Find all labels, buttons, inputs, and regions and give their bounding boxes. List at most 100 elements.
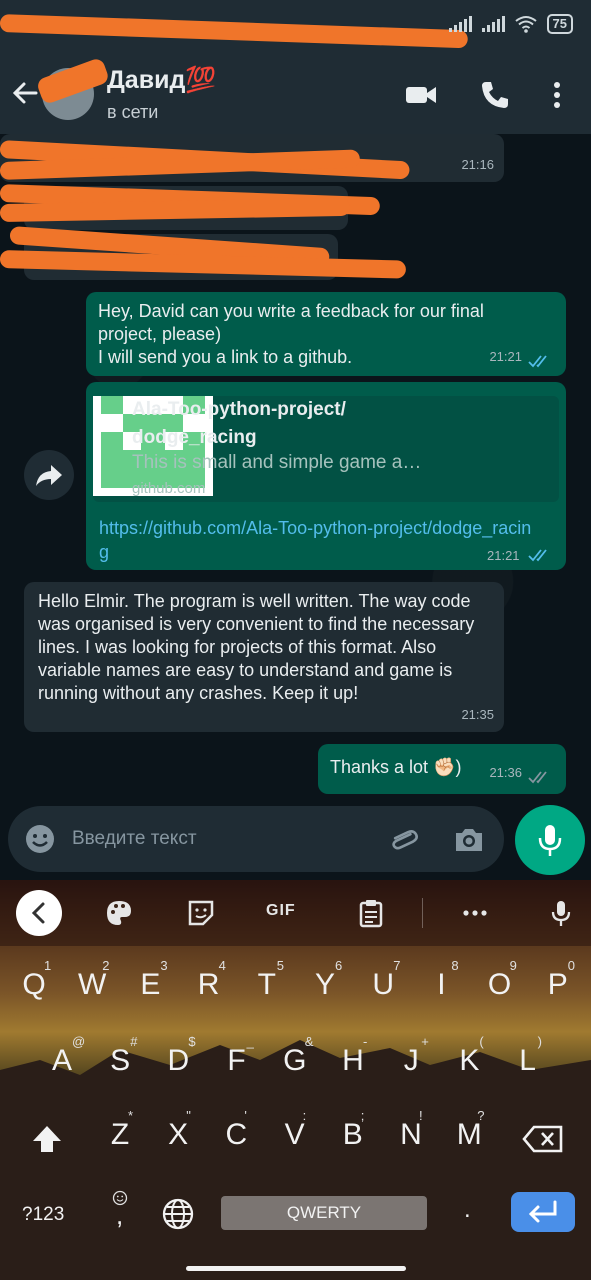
globe-icon[interactable]: [160, 1196, 196, 1232]
link-url[interactable]: https://github.com/Ala-Too-python-projec…: [99, 516, 539, 564]
key-q[interactable]: Q: [14, 968, 54, 1002]
key-m[interactable]: M: [449, 1118, 489, 1152]
gif-button[interactable]: GIF: [266, 902, 296, 920]
redaction-scribble: [0, 14, 469, 49]
chat-header: Давид💯 в сети: [0, 50, 591, 134]
key-hint: -: [363, 1034, 368, 1049]
key-hint: ;: [360, 1108, 365, 1123]
key-hint: _: [246, 1034, 254, 1049]
key-hint: #: [130, 1034, 138, 1049]
enter-icon: [528, 1200, 557, 1223]
message-bubble-in[interactable]: Hello Elmir. The program is well written…: [24, 582, 504, 732]
key-hint: &: [304, 1034, 314, 1049]
key-w[interactable]: W: [72, 968, 112, 1002]
read-ticks-icon: [528, 549, 547, 562]
attach-icon[interactable]: [386, 823, 420, 857]
key-hint: 8: [451, 958, 459, 973]
comma-label: ,: [116, 1200, 124, 1230]
key-u[interactable]: U: [363, 968, 403, 1002]
key-hint: ": [186, 1108, 191, 1123]
message-text: Hey, David can you write a feedback for …: [98, 301, 484, 367]
key-hint: ': [244, 1108, 247, 1123]
signal-icon: [448, 16, 472, 32]
more-horiz-icon[interactable]: [460, 898, 490, 928]
more-vert-icon[interactable]: [540, 78, 574, 112]
key-j[interactable]: J: [391, 1044, 431, 1078]
key-g[interactable]: G: [275, 1044, 315, 1078]
key-hint: ): [537, 1034, 542, 1049]
contact-name[interactable]: Давид💯: [107, 66, 216, 95]
message-bubble-out[interactable]: Thanks a lot ✊🏻) 21:36: [318, 744, 566, 794]
clipboard-icon[interactable]: [356, 898, 386, 928]
key-d[interactable]: D: [158, 1044, 198, 1078]
key-hint: $: [188, 1034, 196, 1049]
phone-icon[interactable]: [478, 78, 512, 112]
signal-icon: [481, 16, 505, 32]
backspace-icon[interactable]: [522, 1124, 564, 1154]
key-hint: 0: [567, 958, 576, 973]
voice-input-icon[interactable]: [546, 898, 576, 928]
key-h[interactable]: H: [333, 1044, 373, 1078]
read-ticks-icon: [528, 355, 547, 368]
message-time: 21:35: [461, 707, 494, 722]
key-p[interactable]: P: [538, 968, 578, 1002]
status-bar: 75: [0, 0, 591, 50]
toolbar-divider: [422, 898, 423, 928]
key-n[interactable]: N: [391, 1118, 431, 1152]
gesture-nav-bar[interactable]: [186, 1266, 406, 1271]
key-hint: (: [479, 1034, 484, 1049]
key-r[interactable]: R: [189, 968, 229, 1002]
message-bubble-out[interactable]: Hey, David can you write a feedback for …: [86, 292, 566, 376]
key-hint: @: [72, 1034, 86, 1049]
key-e[interactable]: E: [130, 968, 170, 1002]
message-text: Thanks a lot ✊🏻): [330, 757, 462, 777]
toolbar-collapse-button[interactable]: [16, 890, 62, 936]
status-icons: 75: [448, 14, 573, 34]
sticker-icon[interactable]: [186, 898, 216, 928]
battery-indicator: 75: [546, 14, 573, 34]
key-i[interactable]: I: [421, 968, 461, 1002]
key-c[interactable]: C: [216, 1118, 256, 1152]
mic-button[interactable]: [515, 805, 585, 875]
key-y[interactable]: Y: [305, 968, 345, 1002]
key-v[interactable]: V: [275, 1118, 315, 1152]
mic-icon: [538, 825, 562, 856]
camera-icon[interactable]: [452, 823, 486, 857]
message-time: 21:21: [487, 548, 520, 563]
comma-key[interactable]: ,: [108, 1190, 134, 1232]
key-b[interactable]: B: [333, 1118, 373, 1152]
key-hint: 2: [102, 958, 110, 973]
symbols-key[interactable]: ?123: [22, 1204, 64, 1226]
message-input[interactable]: Введите текст: [72, 828, 197, 850]
forward-icon: [36, 465, 62, 486]
key-k[interactable]: K: [449, 1044, 489, 1078]
key-f[interactable]: F: [217, 1044, 257, 1078]
video-call-icon[interactable]: [404, 78, 438, 112]
key-o[interactable]: O: [480, 968, 520, 1002]
wifi-icon: [514, 16, 537, 33]
key-hint: 5: [276, 958, 285, 973]
link-title[interactable]: Ala-Too-python-project/ dodge_racing: [132, 396, 462, 452]
space-key[interactable]: QWERTY: [221, 1196, 427, 1230]
period-key[interactable]: .: [464, 1196, 471, 1224]
key-z[interactable]: Z: [100, 1118, 140, 1152]
read-ticks-icon: [528, 771, 547, 784]
key-a[interactable]: A: [42, 1044, 82, 1078]
key-hint: 1: [44, 958, 52, 973]
key-hint: !: [419, 1108, 423, 1123]
key-hint: 9: [509, 958, 517, 973]
forward-button[interactable]: [24, 450, 74, 500]
shift-icon[interactable]: [30, 1122, 64, 1156]
chevron-left-icon: [31, 902, 45, 924]
back-arrow-icon[interactable]: [10, 78, 40, 108]
enter-key[interactable]: [511, 1192, 575, 1232]
emoji-icon[interactable]: [24, 823, 56, 855]
link-description: This is small and simple game a…: [132, 452, 422, 473]
key-t[interactable]: T: [247, 968, 287, 1002]
key-x[interactable]: X: [158, 1118, 198, 1152]
message-input-bar[interactable]: Введите текст: [8, 806, 504, 872]
palette-icon[interactable]: [104, 898, 134, 928]
key-l[interactable]: L: [508, 1044, 548, 1078]
key-s[interactable]: S: [100, 1044, 140, 1078]
key-hint: *: [128, 1108, 134, 1123]
